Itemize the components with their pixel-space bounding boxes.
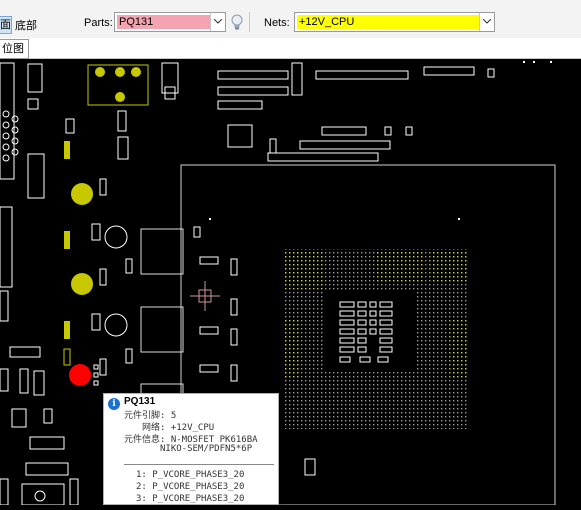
chevron-down-icon bbox=[214, 19, 222, 24]
tab-top-label: 面 bbox=[0, 19, 11, 31]
tooltip-title: PQ131 bbox=[124, 396, 156, 407]
pcb-view[interactable] bbox=[0, 59, 581, 506]
bga-pad-field-yellow bbox=[450, 319, 468, 379]
bga-pad-field-yellow bbox=[283, 249, 323, 289]
bga-pad-field-yellow bbox=[283, 319, 301, 379]
nets-label: Nets: bbox=[264, 17, 290, 29]
resistor-pairs bbox=[199, 256, 238, 382]
bga-pad-field-yellow bbox=[375, 249, 425, 284]
parts-label: Parts: bbox=[84, 17, 113, 29]
tooltip-divider bbox=[124, 464, 274, 465]
crosshair-cursor bbox=[190, 281, 220, 311]
tab-bitmap-label: 位图 bbox=[2, 43, 24, 55]
nets-combobox[interactable]: +12V_CPU bbox=[294, 12, 495, 32]
tooltip-package: NIKO-SEM/PDFN5*6P bbox=[160, 444, 253, 454]
parts-dropdown-button[interactable] bbox=[210, 13, 225, 31]
tab-top[interactable]: 面 bbox=[0, 16, 12, 34]
bga-pad-field-yellow bbox=[430, 249, 468, 284]
nets-value[interactable]: +12V_CPU bbox=[297, 15, 482, 29]
lightbulb-icon[interactable] bbox=[229, 13, 245, 31]
smd-parts-column bbox=[65, 110, 133, 376]
view-tab-bar: 位图 bbox=[0, 38, 581, 59]
chevron-down-icon bbox=[483, 19, 491, 24]
parts-combobox[interactable]: PQ131 bbox=[114, 12, 226, 32]
tooltip-pin-2: 2: P_VCORE_PHASE3_20 bbox=[136, 482, 245, 492]
nets-dropdown-button[interactable] bbox=[479, 13, 494, 31]
toolbar-separator bbox=[249, 12, 250, 32]
selected-part-pq131 bbox=[69, 364, 91, 386]
tab-bottom[interactable]: 底部 bbox=[15, 17, 37, 33]
tab-bitmap[interactable]: 位图 bbox=[0, 39, 29, 59]
part-info-tooltip: i PQ131 元件引脚: 5 网络: +12V_CPU 元件信息: N-MOS… bbox=[103, 393, 279, 505]
toolbar: 面 底部 Parts: PQ131 Nets: +12V_CPU bbox=[0, 0, 581, 39]
tooltip-pin-3: 3: P_VCORE_PHASE3_20 bbox=[136, 494, 245, 504]
highlighted-caps-12v bbox=[64, 64, 149, 339]
tooltip-pin-1: 1: P_VCORE_PHASE3_20 bbox=[136, 470, 245, 480]
board-canvas[interactable] bbox=[0, 59, 581, 506]
info-icon: i bbox=[108, 398, 120, 410]
parts-value[interactable]: PQ131 bbox=[117, 15, 213, 29]
